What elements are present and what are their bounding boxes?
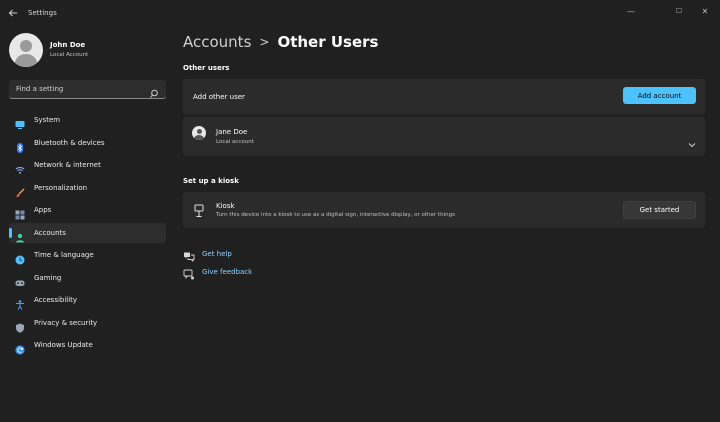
add-other-user-card: Add other user Add account bbox=[183, 79, 705, 114]
user-jane-doe-card[interactable]: Jane Doe Local account bbox=[183, 117, 705, 156]
back-arrow-icon[interactable] bbox=[8, 8, 20, 20]
sidebar-item-apps[interactable]: Apps bbox=[9, 200, 166, 220]
chevron-down-icon[interactable] bbox=[688, 133, 696, 148]
give-feedback-link[interactable]: Give feedback bbox=[183, 266, 253, 280]
get-help-label: Get help bbox=[202, 250, 232, 258]
page-title: Other Users bbox=[277, 33, 379, 51]
kiosk-icon bbox=[193, 203, 205, 217]
sidebar-item-accounts[interactable]: Accounts bbox=[9, 222, 166, 243]
sidebar-item-network[interactable]: Network & internet bbox=[9, 155, 166, 175]
sidebar-item-label: Windows Update bbox=[34, 341, 93, 349]
accessibility-icon bbox=[15, 295, 25, 310]
title-bar: Settings — ☐ ✕ bbox=[0, 0, 720, 28]
sidebar-item-system[interactable]: System bbox=[9, 110, 166, 130]
get-started-button[interactable]: Get started bbox=[623, 201, 696, 219]
feedback-icon bbox=[183, 266, 195, 280]
sidebar-item-label: System bbox=[34, 116, 61, 124]
update-icon bbox=[15, 340, 25, 355]
apps-icon bbox=[15, 205, 25, 220]
sidebar-item-label: Bluetooth & devices bbox=[34, 138, 105, 147]
sidebar-item-label: Gaming bbox=[34, 273, 62, 282]
sidebar-item-windows-update[interactable]: Windows Update bbox=[9, 335, 166, 355]
sidebar-item-label: Accessibility bbox=[34, 296, 78, 304]
sidebar-item-label: Apps bbox=[34, 206, 52, 214]
breadcrumb-separator: > bbox=[259, 35, 270, 49]
sidebar-item-privacy[interactable]: Privacy & security bbox=[9, 313, 166, 333]
user-name: Jane Doe bbox=[216, 128, 248, 136]
search-input[interactable]: Find a setting bbox=[9, 80, 166, 99]
window-title: Settings bbox=[28, 9, 57, 17]
sidebar-item-label: Time & language bbox=[34, 251, 94, 259]
sidebar-item-label: Privacy & security bbox=[34, 318, 98, 327]
kiosk-description: Turn this device into a kiosk to use as … bbox=[216, 212, 455, 218]
wifi-icon bbox=[15, 160, 25, 174]
search-placeholder: Find a setting bbox=[16, 85, 64, 93]
kiosk-section-title: Set up a kiosk bbox=[183, 177, 239, 185]
kiosk-title: Kiosk bbox=[216, 202, 235, 210]
kiosk-card: Kiosk Turn this device into a kiosk to u… bbox=[183, 192, 705, 228]
breadcrumb: Accounts > Other Users bbox=[183, 33, 378, 51]
brush-icon bbox=[15, 183, 25, 197]
monitor-icon bbox=[15, 115, 25, 129]
get-help-link[interactable]: Get help bbox=[183, 248, 232, 263]
add-other-user-label: Add other user bbox=[193, 93, 245, 101]
gamepad-icon bbox=[15, 273, 25, 286]
maximize-button[interactable]: ☐ bbox=[668, 4, 690, 18]
sidebar-item-bluetooth[interactable]: Bluetooth & devices bbox=[9, 133, 166, 153]
other-users-section-title: Other users bbox=[183, 64, 230, 72]
sidebar-item-label: Network & internet bbox=[34, 161, 101, 169]
add-account-button[interactable]: Add account bbox=[623, 87, 696, 104]
sidebar-item-label: Accounts bbox=[34, 228, 66, 237]
breadcrumb-parent[interactable]: Accounts bbox=[183, 33, 251, 51]
sidebar-item-accessibility[interactable]: Accessibility bbox=[9, 290, 166, 310]
search-icon[interactable] bbox=[149, 84, 159, 98]
help-chat-icon bbox=[183, 248, 195, 263]
user-avatar-icon bbox=[192, 126, 206, 140]
globe-clock-icon bbox=[15, 250, 25, 265]
sidebar-item-gaming[interactable]: Gaming bbox=[9, 268, 166, 288]
profile-name: John Doe bbox=[50, 41, 86, 49]
minimize-button[interactable]: — bbox=[620, 4, 642, 18]
sidebar-item-personalization[interactable]: Personalization bbox=[9, 178, 166, 198]
user-account-type: Local account bbox=[216, 139, 254, 145]
close-button[interactable]: ✕ bbox=[694, 4, 716, 18]
sidebar-item-label: Personalization bbox=[34, 183, 88, 192]
avatar bbox=[9, 33, 43, 67]
user-profile[interactable]: John Doe Local Account bbox=[9, 33, 88, 67]
bluetooth-icon bbox=[15, 138, 25, 153]
profile-account-type: Local Account bbox=[50, 52, 89, 58]
shield-icon bbox=[15, 318, 25, 333]
account-icon bbox=[15, 228, 25, 242]
sidebar-item-time-language[interactable]: Time & language bbox=[9, 245, 166, 265]
give-feedback-label: Give feedback bbox=[202, 268, 253, 276]
sidebar-nav: System Bluetooth & devices Network & int… bbox=[9, 110, 166, 358]
